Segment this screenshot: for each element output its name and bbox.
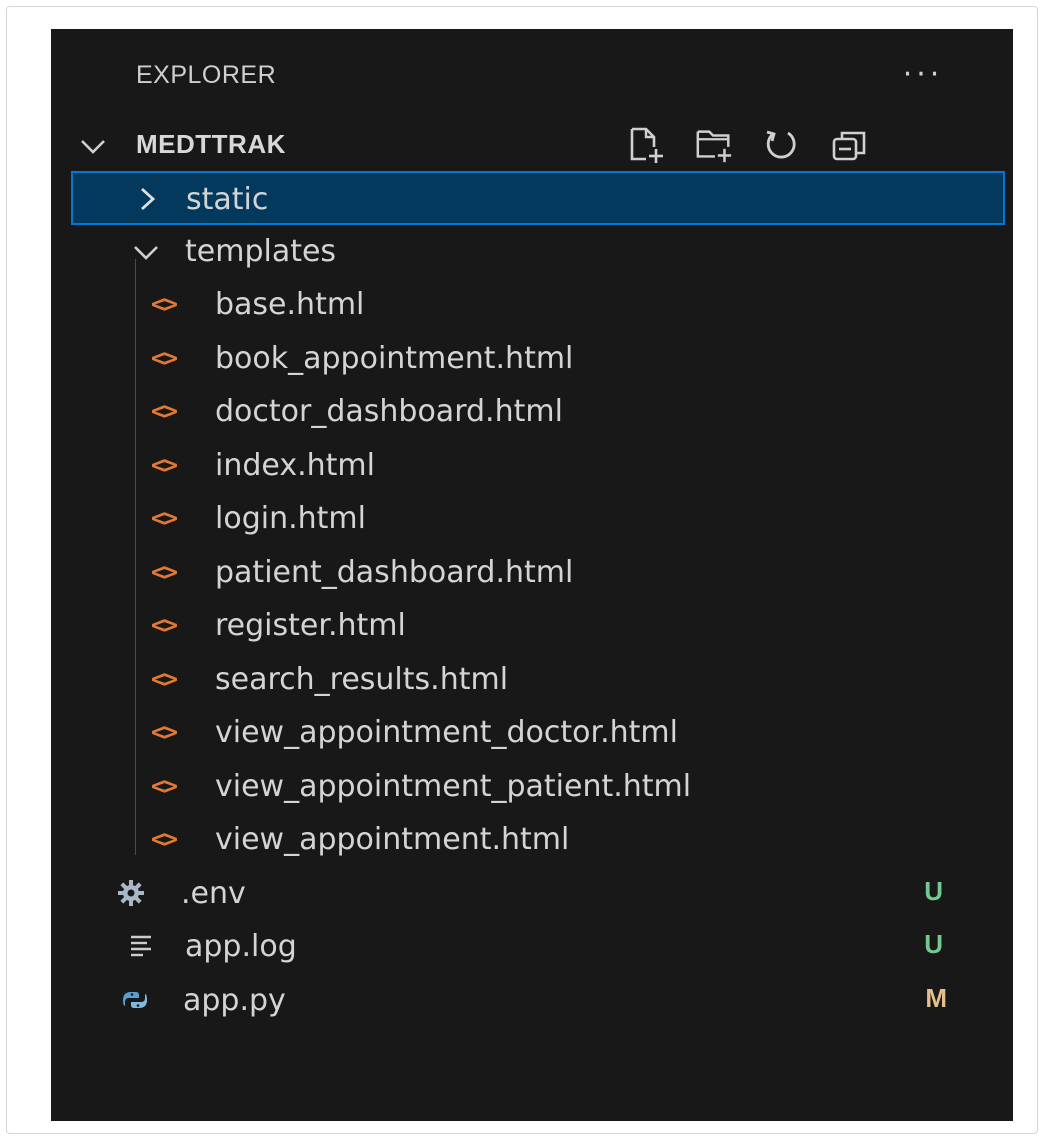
folder-label: static	[186, 182, 269, 217]
file-env[interactable]: .env U	[51, 867, 1013, 921]
html-file-icon: <>	[151, 611, 178, 639]
file-view-appointment-doctor-html[interactable]: <> view_appointment_doctor.html	[51, 706, 1013, 760]
file-label: book_appointment.html	[215, 340, 574, 376]
file-login-html[interactable]: <> login.html	[51, 492, 1013, 546]
file-book-appointment-html[interactable]: <> book_appointment.html	[51, 332, 1013, 386]
html-file-icon: <>	[151, 504, 178, 532]
file-patient-dashboard-html[interactable]: <> patient_dashboard.html	[51, 546, 1013, 600]
explorer-header: EXPLORER ···	[51, 51, 1013, 107]
lines-icon	[131, 935, 151, 957]
file-label: base.html	[215, 287, 365, 322]
file-label: login.html	[215, 501, 366, 536]
folder-static[interactable]: static	[71, 171, 1005, 225]
html-file-icon: <>	[151, 664, 178, 693]
explorer-toolbar	[626, 123, 870, 169]
file-label: view_appointment_patient.html	[215, 768, 692, 804]
file-base-html[interactable]: <> base.html	[51, 278, 1013, 332]
file-app-log[interactable]: app.log U	[51, 920, 1013, 974]
file-search-results-html[interactable]: <> search_results.html	[51, 653, 1013, 707]
gear-icon	[118, 879, 144, 906]
explorer-title: EXPLORER	[136, 61, 277, 89]
file-app-py[interactable]: app.py M	[51, 974, 1013, 1028]
collapse-all-button[interactable]	[830, 123, 870, 167]
folder-templates[interactable]: templates	[51, 225, 1013, 279]
file-label: view_appointment.html	[215, 822, 570, 857]
file-label: register.html	[215, 608, 406, 643]
file-label: view_appointment_doctor.html	[215, 715, 678, 750]
new-folder-button[interactable]	[694, 123, 734, 167]
file-view-appointment-html[interactable]: <> view_appointment.html	[51, 813, 1013, 867]
chevron-down-icon	[134, 245, 158, 260]
file-label: .env	[181, 875, 246, 911]
collapse-all-icon	[832, 131, 866, 161]
git-status-badge: U	[924, 875, 943, 906]
html-file-icon: <>	[151, 397, 178, 425]
file-label: search_results.html	[215, 661, 509, 697]
file-index-html[interactable]: <> index.html	[51, 439, 1013, 493]
refresh-button[interactable]	[762, 123, 802, 167]
file-label: doctor_dashboard.html	[215, 394, 563, 429]
python-icon	[123, 991, 147, 1008]
file-doctor-dashboard-html[interactable]: <> doctor_dashboard.html	[51, 385, 1013, 439]
html-file-icon: <>	[151, 290, 178, 318]
file-label: patient_dashboard.html	[215, 554, 574, 590]
new-file-button[interactable]	[626, 123, 666, 167]
html-file-icon: <>	[151, 771, 178, 800]
new-file-icon	[630, 127, 663, 163]
html-file-icon: <>	[151, 450, 178, 479]
file-view-appointment-patient-html[interactable]: <> view_appointment_patient.html	[51, 760, 1013, 814]
file-label: index.html	[215, 447, 375, 483]
file-label: app.py	[183, 982, 286, 1018]
workspace-root-label: MEDTTRAK	[136, 129, 286, 159]
file-register-html[interactable]: <> register.html	[51, 599, 1013, 653]
more-actions-button[interactable]: ···	[893, 51, 953, 99]
explorer-panel: EXPLORER ··· MEDTTRAK static templates <…	[51, 29, 1013, 1121]
file-label: app.log	[185, 929, 297, 964]
refresh-icon	[766, 130, 796, 159]
workspace-root-row[interactable]: MEDTTRAK	[51, 121, 1013, 171]
git-status-badge: M	[925, 982, 947, 1013]
html-file-icon: <>	[151, 825, 178, 853]
new-folder-icon	[696, 130, 732, 163]
file-tree: static templates <> base.html <> book_ap…	[51, 171, 1013, 1027]
chevron-down-icon	[81, 140, 105, 154]
html-file-icon: <>	[151, 557, 178, 586]
chevron-right-icon	[141, 187, 156, 211]
html-file-icon: <>	[151, 343, 178, 372]
git-status-badge: U	[924, 929, 943, 959]
folder-label: templates	[185, 233, 337, 269]
html-file-icon: <>	[151, 718, 178, 746]
